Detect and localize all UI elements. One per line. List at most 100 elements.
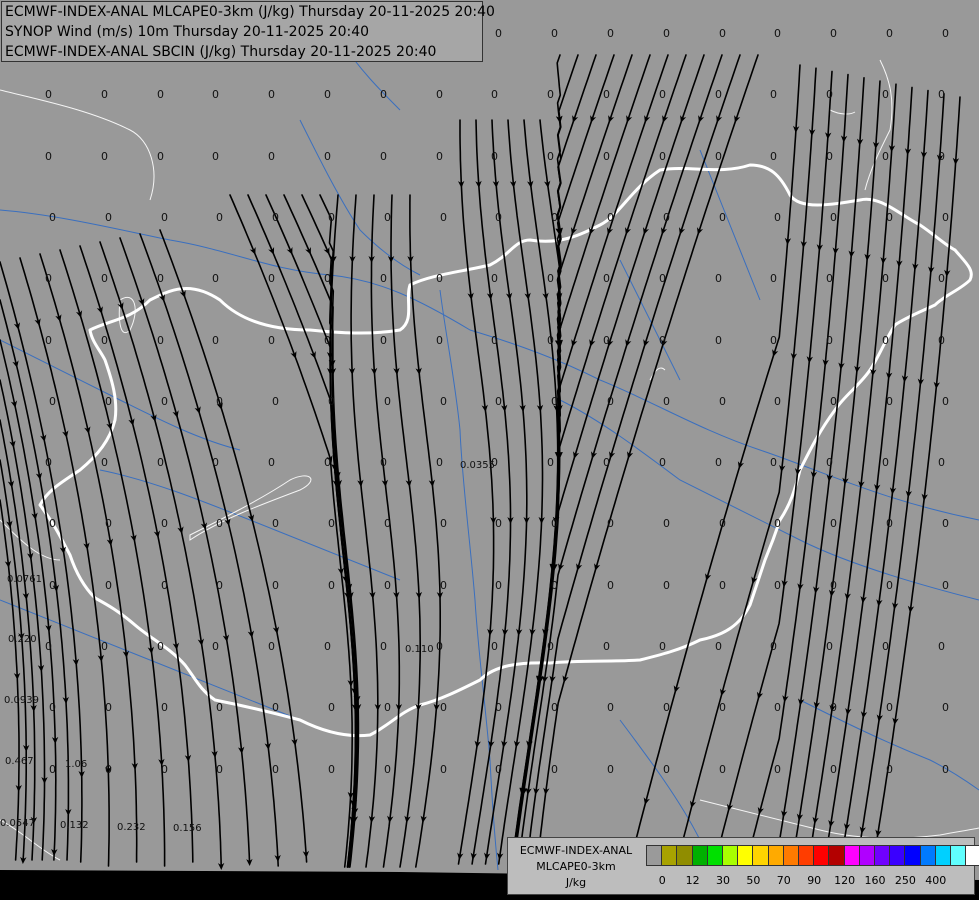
legend-tick-label: 70 [776, 874, 791, 887]
cin-value-zero: 0 [942, 27, 949, 40]
legend-swatch [646, 845, 663, 866]
cin-value-zero: 0 [774, 763, 781, 776]
cin-value-zero: 0 [268, 88, 275, 101]
cin-value-zero: 0 [495, 579, 502, 592]
cin-value-zero: 0 [774, 211, 781, 224]
cin-value-zero: 0 [719, 395, 726, 408]
cin-value-zero: 0 [324, 150, 331, 163]
header-line-mlcape: ECMWF-INDEX-ANAL MLCAPE0-3km (J/kg) Thur… [5, 4, 495, 20]
legend-tick-label: 250 [894, 874, 916, 887]
cin-value-zero: 0 [45, 456, 52, 469]
cin-value-zero: 0 [719, 211, 726, 224]
cin-value-zero: 0 [547, 334, 554, 347]
cin-value-zero: 0 [547, 640, 554, 653]
cin-value-zero: 0 [268, 456, 275, 469]
cin-value-zero: 0 [830, 517, 837, 530]
cin-value-zero: 0 [268, 150, 275, 163]
cin-value-zero: 0 [830, 27, 837, 40]
cin-value-zero: 0 [495, 701, 502, 714]
cin-value-zero: 0 [495, 27, 502, 40]
cin-value-zero: 0 [547, 88, 554, 101]
cin-value-zero: 0 [830, 211, 837, 224]
cin-value-zero: 0 [607, 395, 614, 408]
cin-value-zero: 0 [663, 395, 670, 408]
cin-value-zero: 0 [830, 395, 837, 408]
cin-value-zero: 0 [659, 456, 666, 469]
legend-tick-label: 400 [925, 874, 947, 887]
cin-value-zero: 0 [45, 88, 52, 101]
legend-swatch [950, 845, 967, 866]
cin-value-zero: 0 [105, 701, 112, 714]
cin-value-zero: 0 [49, 395, 56, 408]
cin-value-zero: 0 [161, 579, 168, 592]
cin-value-zero: 0 [663, 211, 670, 224]
cin-value-zero: 0 [715, 456, 722, 469]
cin-value-zero: 0 [105, 211, 112, 224]
cin-value-zero: 0 [715, 88, 722, 101]
legend-swatch [874, 845, 891, 866]
cin-value-zero: 0 [663, 763, 670, 776]
cin-value-zero: 0 [830, 701, 837, 714]
cin-value-zero: 0 [101, 88, 108, 101]
cin-value-zero: 0 [272, 211, 279, 224]
cin-value-zero: 0 [105, 763, 112, 776]
cin-value-zero: 0 [663, 579, 670, 592]
cin-value-zero: 0 [161, 211, 168, 224]
cin-value-zero: 0 [45, 640, 52, 653]
cin-value-zero: 0 [826, 150, 833, 163]
cin-value-zero: 0 [272, 763, 279, 776]
cin-value-zero: 0 [719, 27, 726, 40]
legend-swatch [889, 845, 906, 866]
weather-map[interactable]: 0 0 0 0 0 0 0 0 0 0 0 0 0 0 0 0 0 0 0 0 0 0 0 0 0 0 0 0 0 0 0 0 0 0 0 0 0 0 0 0… [0, 0, 979, 900]
cin-value-zero: 0 [328, 395, 335, 408]
cin-value-zero: 0 [384, 579, 391, 592]
cin-value-zero: 0 [551, 211, 558, 224]
cin-value-label: 0.156 [173, 823, 202, 834]
cin-value-zero: 0 [380, 88, 387, 101]
cin-value-zero: 0 [324, 640, 331, 653]
legend-swatch [691, 845, 708, 866]
cin-value-zero: 0 [49, 211, 56, 224]
cin-value-zero: 0 [551, 701, 558, 714]
cin-value-zero: 0 [157, 88, 164, 101]
cin-value-zero: 0 [607, 27, 614, 40]
cin-value-zero: 0 [663, 27, 670, 40]
legend-swatch [752, 845, 769, 866]
legend-swatch [676, 845, 693, 866]
cin-value-zero: 0 [551, 579, 558, 592]
cin-value-zero: 0 [216, 517, 223, 530]
cin-value-zero: 0 [380, 640, 387, 653]
legend-swatch [782, 845, 799, 866]
cin-value-zero: 0 [663, 701, 670, 714]
cin-value-zero: 0 [161, 517, 168, 530]
cin-value-zero: 0 [105, 579, 112, 592]
cin-value-label: 0.220 [8, 634, 37, 645]
legend-tick-label: 120 [834, 874, 856, 887]
cin-value-zero: 0 [886, 763, 893, 776]
cin-value-zero: 0 [830, 763, 837, 776]
cin-value-zero: 0 [161, 395, 168, 408]
cin-value-zero: 0 [440, 517, 447, 530]
legend-title-units: J/kg [565, 876, 587, 889]
legend-swatch [858, 845, 875, 866]
cin-value-zero: 0 [886, 27, 893, 40]
legend-swatch [798, 845, 815, 866]
legend-title-parameter: MLCAPE0-3km [536, 860, 616, 873]
cin-value-zero: 0 [49, 701, 56, 714]
cin-value-label: 1.06 [65, 759, 87, 770]
cin-value-zero: 0 [826, 334, 833, 347]
cin-value-zero: 0 [659, 334, 666, 347]
legend-tick-label: 160 [864, 874, 886, 887]
cin-value-zero: 0 [826, 88, 833, 101]
cin-value-zero: 0 [157, 150, 164, 163]
cin-value-zero: 0 [938, 150, 945, 163]
cin-value-zero: 0 [942, 701, 949, 714]
legend-swatch [965, 845, 979, 866]
cin-value-zero: 0 [491, 150, 498, 163]
cin-value-zero: 0 [216, 701, 223, 714]
cin-value-zero: 0 [268, 640, 275, 653]
cin-value-zero: 0 [774, 579, 781, 592]
cin-value-zero: 0 [607, 211, 614, 224]
cin-value-zero: 0 [380, 334, 387, 347]
cin-value-zero: 0 [328, 517, 335, 530]
